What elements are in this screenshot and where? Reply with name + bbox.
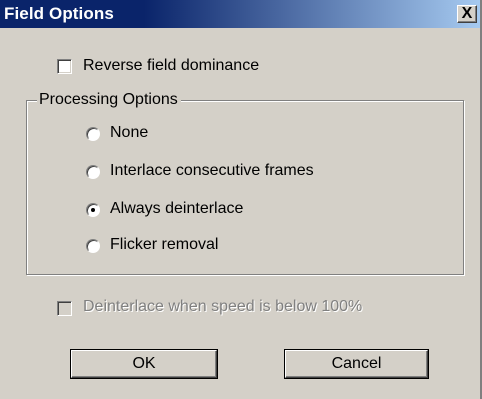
deinterlace-speed-checkbox[interactable] xyxy=(57,301,72,316)
radio-none[interactable] xyxy=(86,127,100,141)
processing-options-legend: Processing Options xyxy=(37,91,181,109)
radio-interlace-consecutive-frames[interactable] xyxy=(86,165,100,179)
cancel-button[interactable]: Cancel xyxy=(285,350,428,378)
radio-interlace-consecutive-frames-label[interactable]: Interlace consecutive frames xyxy=(110,162,314,180)
close-button[interactable]: X xyxy=(457,5,477,23)
radio-flicker-removal-label[interactable]: Flicker removal xyxy=(110,236,218,254)
close-icon: X xyxy=(461,5,473,22)
radio-none-label[interactable]: None xyxy=(110,124,148,142)
reverse-field-dominance-checkbox[interactable] xyxy=(57,59,72,74)
radio-flicker-removal[interactable] xyxy=(86,239,100,253)
deinterlace-speed-label: Deinterlace when speed is below 100% xyxy=(83,298,363,315)
ok-button[interactable]: OK xyxy=(71,350,217,378)
dialog-title: Field Options xyxy=(4,4,114,23)
field-options-dialog: Field Options X Reverse field dominance … xyxy=(0,0,482,399)
title-bar[interactable]: Field Options X xyxy=(0,0,480,28)
radio-always-deinterlace[interactable] xyxy=(86,203,100,217)
radio-always-deinterlace-label[interactable]: Always deinterlace xyxy=(110,200,243,218)
reverse-field-dominance-label[interactable]: Reverse field dominance xyxy=(83,57,259,75)
radio-selected-dot xyxy=(91,208,95,212)
